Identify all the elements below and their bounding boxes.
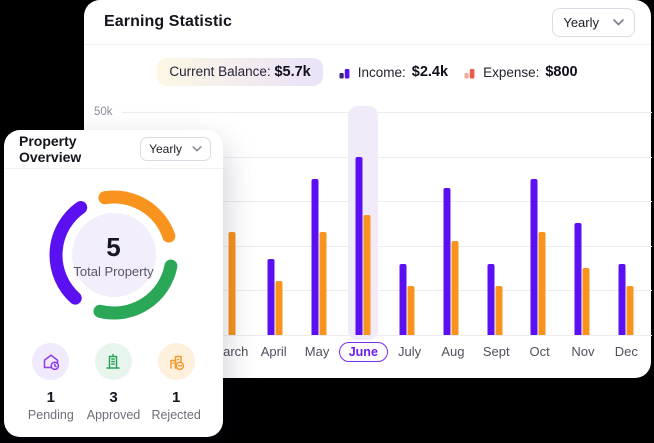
income-bar[interactable] bbox=[443, 188, 450, 335]
y-axis-tick-label: 50k bbox=[94, 106, 113, 118]
property-period-dropdown[interactable]: Yearly bbox=[140, 137, 211, 161]
income-label: Income: bbox=[358, 65, 406, 80]
month-label-dec: Dec bbox=[605, 344, 648, 362]
month-label-may: May bbox=[295, 344, 338, 362]
expense-bar[interactable] bbox=[276, 281, 283, 335]
bar-pair bbox=[443, 112, 458, 335]
chevron-down-icon bbox=[192, 146, 202, 152]
income-legend-item: Income: $2.4k bbox=[339, 64, 448, 80]
income-bars-icon bbox=[339, 66, 352, 79]
bar-pair bbox=[531, 112, 546, 335]
building-minus-icon bbox=[158, 343, 195, 380]
expense-bar[interactable] bbox=[228, 232, 235, 335]
chart-column-aug bbox=[429, 112, 473, 335]
bar-pair bbox=[399, 112, 414, 335]
expense-label: Expense: bbox=[483, 65, 539, 80]
stat-value: 3 bbox=[109, 389, 117, 406]
stat-label: Pending bbox=[28, 408, 74, 422]
chart-column-sept bbox=[473, 112, 517, 335]
property-stat-rejected: 1 Rejected bbox=[145, 343, 207, 422]
earning-card-title: Earning Statistic bbox=[104, 13, 232, 31]
bar-pair bbox=[228, 112, 235, 335]
property-donut-chart bbox=[39, 180, 189, 330]
expense-bar[interactable] bbox=[583, 268, 590, 335]
expense-bar[interactable] bbox=[407, 286, 414, 335]
bar-pair bbox=[619, 112, 634, 335]
chart-column-dec bbox=[604, 112, 648, 335]
bar-pair bbox=[356, 112, 371, 335]
expense-bar[interactable] bbox=[320, 232, 327, 335]
earning-period-value: Yearly bbox=[563, 15, 599, 30]
property-donut: 5 Total Property bbox=[39, 180, 189, 330]
income-bar[interactable] bbox=[399, 264, 406, 335]
house-clock-icon bbox=[32, 343, 69, 380]
property-stats-row: 1 Pending 3 Approved 1 Rejected bbox=[4, 330, 223, 422]
donut-center-circle bbox=[72, 213, 156, 297]
property-card-title: Property Overview bbox=[19, 133, 140, 165]
expense-bar[interactable] bbox=[627, 286, 634, 335]
property-period-value: Yearly bbox=[149, 142, 182, 156]
current-balance-label: Current Balance: bbox=[169, 64, 270, 79]
income-bar[interactable] bbox=[531, 179, 538, 335]
month-label-june: June bbox=[339, 344, 388, 362]
income-bar[interactable] bbox=[356, 157, 363, 335]
chart-column-july bbox=[385, 112, 429, 335]
month-label-april: April bbox=[252, 344, 295, 362]
property-stat-pending: 1 Pending bbox=[20, 343, 82, 422]
stat-label: Approved bbox=[87, 408, 141, 422]
stat-label: Rejected bbox=[151, 408, 200, 422]
chart-column-nov bbox=[560, 112, 604, 335]
property-stat-approved: 3 Approved bbox=[83, 343, 145, 422]
chart-column-oct bbox=[516, 112, 560, 335]
earning-card-header: Earning Statistic Yearly bbox=[84, 0, 651, 45]
property-card-header: Property Overview Yearly bbox=[4, 130, 223, 169]
expense-legend-item: Expense: $800 bbox=[464, 64, 578, 80]
chart-column-may bbox=[297, 112, 341, 335]
income-bar[interactable] bbox=[619, 264, 626, 335]
building-icon bbox=[95, 343, 132, 380]
expense-bar[interactable] bbox=[495, 286, 502, 335]
property-overview-card: Property Overview Yearly 5 Total Propert… bbox=[4, 130, 223, 437]
stat-value: 1 bbox=[47, 389, 55, 406]
income-bar[interactable] bbox=[575, 223, 582, 335]
income-bar[interactable] bbox=[312, 179, 319, 335]
stat-value: 1 bbox=[172, 389, 180, 406]
expense-value: $800 bbox=[545, 64, 577, 80]
expense-bar[interactable] bbox=[451, 241, 458, 335]
income-value: $2.4k bbox=[412, 64, 448, 80]
chart-column-june bbox=[341, 112, 385, 335]
earning-legend: Current Balance: $5.7k Income: $2.4k Exp… bbox=[84, 58, 651, 86]
dashboard-canvas: Earning Statistic Yearly Current Balance… bbox=[0, 0, 654, 443]
expense-bar[interactable] bbox=[539, 232, 546, 335]
expense-bars-icon bbox=[464, 66, 477, 79]
month-label-aug: Aug bbox=[431, 344, 474, 362]
income-bar[interactable] bbox=[487, 264, 494, 335]
current-balance-value: $5.7k bbox=[274, 64, 310, 80]
month-label-sept: Sept bbox=[475, 344, 518, 362]
bar-pair bbox=[487, 112, 502, 335]
expense-bar[interactable] bbox=[364, 215, 371, 335]
bar-pair bbox=[312, 112, 327, 335]
chevron-down-icon bbox=[613, 19, 624, 26]
earning-period-dropdown[interactable]: Yearly bbox=[552, 8, 635, 37]
income-bar[interactable] bbox=[268, 259, 275, 335]
bar-pair bbox=[575, 112, 590, 335]
chart-column-april bbox=[253, 112, 297, 335]
current-balance-badge: Current Balance: $5.7k bbox=[157, 58, 322, 86]
month-label-oct: Oct bbox=[518, 344, 561, 362]
month-label-july: July bbox=[388, 344, 431, 362]
bar-pair bbox=[268, 112, 283, 335]
month-label-nov: Nov bbox=[561, 344, 604, 362]
selected-month-pill[interactable]: June bbox=[339, 342, 388, 362]
